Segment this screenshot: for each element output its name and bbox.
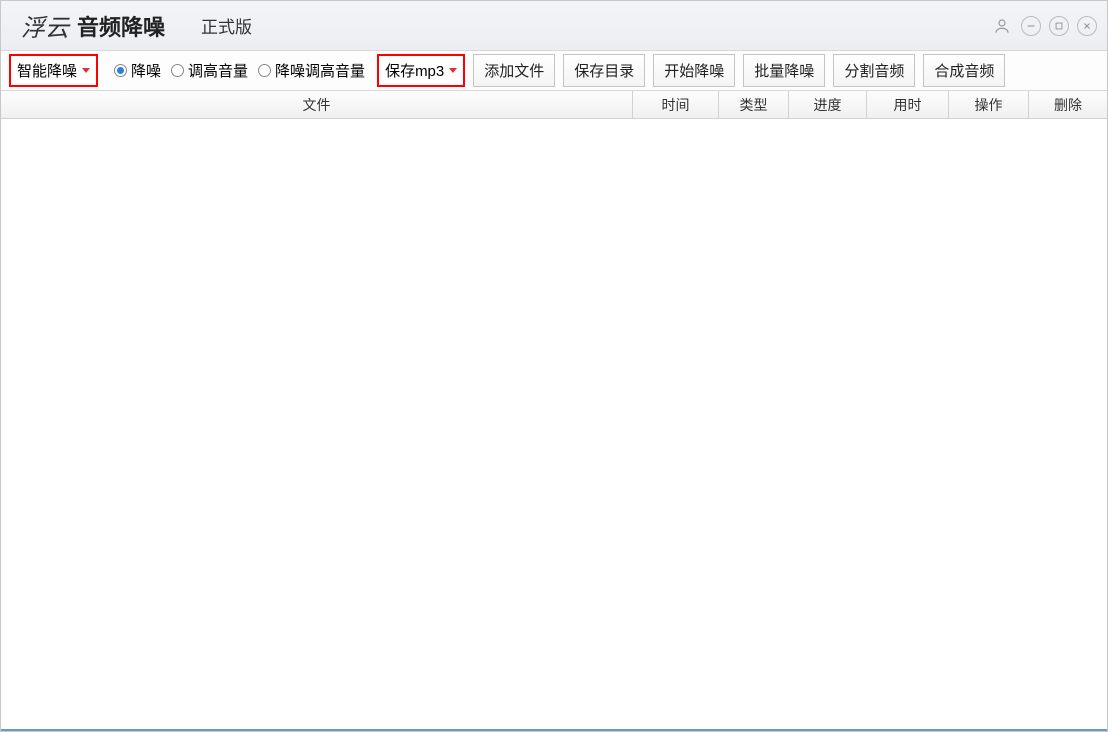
minimize-button[interactable] xyxy=(1021,16,1041,36)
radio-label: 降噪调高音量 xyxy=(275,60,365,81)
radio-icon xyxy=(258,64,271,77)
app-title: 音频降噪 xyxy=(77,10,165,42)
save-dir-button[interactable]: 保存目录 xyxy=(563,54,645,87)
app-version: 正式版 xyxy=(201,13,252,38)
col-time[interactable]: 时间 xyxy=(633,91,719,118)
col-progress[interactable]: 进度 xyxy=(789,91,867,118)
radio-denoise-volume[interactable]: 降噪调高音量 xyxy=(258,60,365,81)
mode-dropdown[interactable]: 智能降噪 xyxy=(9,54,98,87)
app-window: 浮云 音频降噪 正式版 xyxy=(0,0,1108,732)
caret-down-icon xyxy=(449,68,457,73)
radio-icon xyxy=(114,64,127,77)
add-file-button[interactable]: 添加文件 xyxy=(473,54,555,87)
user-icon[interactable] xyxy=(991,15,1013,37)
merge-audio-button[interactable]: 合成音频 xyxy=(923,54,1005,87)
radio-volume-up[interactable]: 调高音量 xyxy=(171,60,248,81)
radio-label: 降噪 xyxy=(131,60,161,81)
titlebar: 浮云 音频降噪 正式版 xyxy=(1,1,1107,51)
app-logo: 浮云 xyxy=(21,8,69,43)
toolbar: 智能降噪 降噪 调高音量 降噪调高音量 保存mp3 添加文件 保存目录 开始降噪… xyxy=(1,51,1107,91)
start-denoise-button[interactable]: 开始降噪 xyxy=(653,54,735,87)
table-body-empty xyxy=(1,119,1107,731)
table-header: 文件 时间 类型 进度 用时 操作 删除 xyxy=(1,91,1107,119)
mode-dropdown-label: 智能降噪 xyxy=(17,60,77,81)
col-delete[interactable]: 删除 xyxy=(1029,91,1107,118)
window-controls xyxy=(991,15,1097,37)
radio-group: 降噪 调高音量 降噪调高音量 xyxy=(114,60,365,81)
close-button[interactable] xyxy=(1077,16,1097,36)
format-dropdown[interactable]: 保存mp3 xyxy=(377,54,465,87)
radio-label: 调高音量 xyxy=(188,60,248,81)
batch-denoise-button[interactable]: 批量降噪 xyxy=(743,54,825,87)
split-audio-button[interactable]: 分割音频 xyxy=(833,54,915,87)
radio-denoise[interactable]: 降噪 xyxy=(114,60,161,81)
col-type[interactable]: 类型 xyxy=(719,91,789,118)
col-action[interactable]: 操作 xyxy=(949,91,1029,118)
radio-icon xyxy=(171,64,184,77)
caret-down-icon xyxy=(82,68,90,73)
maximize-button[interactable] xyxy=(1049,16,1069,36)
format-dropdown-label: 保存mp3 xyxy=(385,60,444,81)
col-duration[interactable]: 用时 xyxy=(867,91,949,118)
col-file[interactable]: 文件 xyxy=(1,91,633,118)
